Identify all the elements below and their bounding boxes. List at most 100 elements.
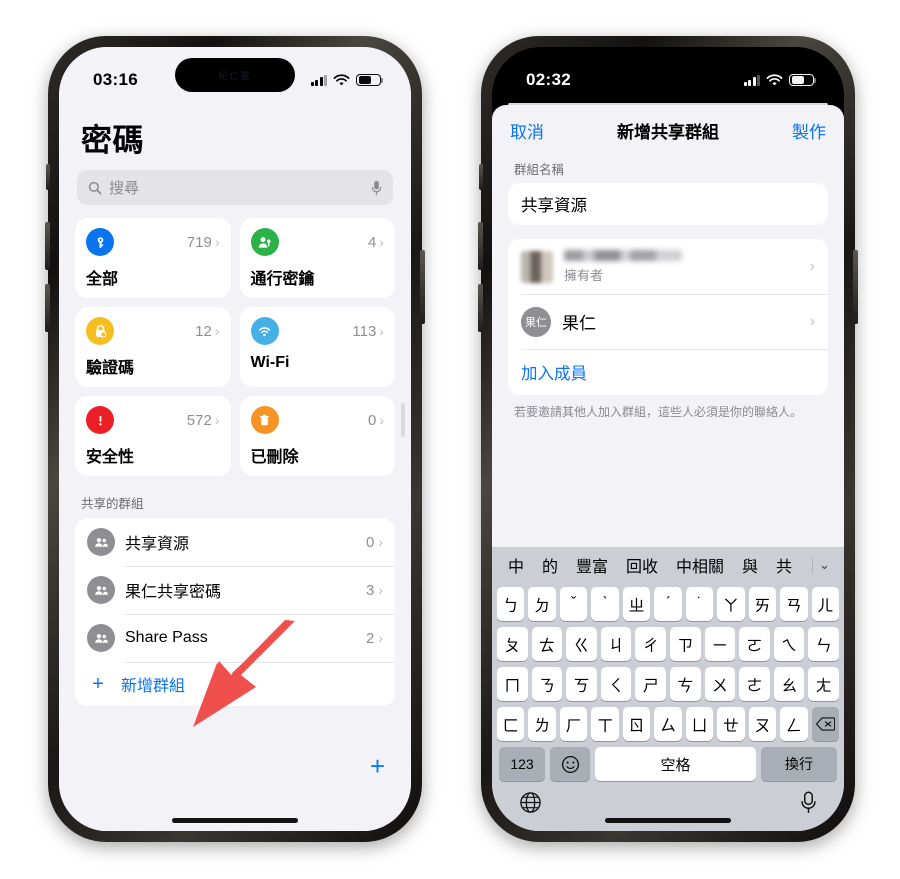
return-key[interactable]: 換行 xyxy=(761,747,837,781)
group-name-input[interactable]: 共享資源 xyxy=(508,183,828,225)
category-card-all[interactable]: 719 › 全部 xyxy=(75,218,231,298)
group-name-value: 共享資源 xyxy=(521,197,587,215)
scroll-indicator[interactable] xyxy=(401,403,405,437)
numbers-key[interactable]: 123 xyxy=(499,747,545,781)
key[interactable]: ㄜ xyxy=(739,667,770,701)
key[interactable]: ˊ xyxy=(654,587,682,621)
key[interactable]: ㄞ xyxy=(748,587,777,621)
key[interactable]: ㄣ xyxy=(808,627,839,661)
key[interactable]: ㄢ xyxy=(780,587,808,621)
key[interactable]: ㄗ xyxy=(670,627,701,661)
volume-up-button[interactable] xyxy=(478,222,483,270)
add-member-button[interactable]: 加入成員 xyxy=(508,349,828,395)
key[interactable]: ㄡ xyxy=(748,707,777,741)
chevron-right-icon: › xyxy=(214,412,220,428)
suggestion-4[interactable]: 中相關 xyxy=(674,553,726,577)
key[interactable]: ㄌ xyxy=(528,707,556,741)
key[interactable]: ㄇ xyxy=(497,667,528,701)
key[interactable]: ㄋ xyxy=(531,667,563,701)
key[interactable]: ㄧ xyxy=(704,627,736,661)
key[interactable]: ㄔ xyxy=(635,627,666,661)
silent-switch[interactable] xyxy=(479,164,483,190)
category-card-security[interactable]: 572 › 安全性 xyxy=(75,396,231,476)
key[interactable]: ㄝ xyxy=(717,707,745,741)
volume-up-button[interactable] xyxy=(45,222,50,270)
key[interactable]: ㄅ xyxy=(497,587,525,621)
chevron-right-icon: › xyxy=(379,234,384,250)
suggestion-1[interactable]: 的 xyxy=(540,553,560,577)
chevron-down-icon[interactable]: ⌄ xyxy=(812,557,832,573)
key[interactable]: ㄉ xyxy=(528,587,556,621)
microphone-icon[interactable] xyxy=(371,180,382,196)
key[interactable]: ㄓ xyxy=(622,587,651,621)
list-item[interactable]: 果仁共享密碼 3 › xyxy=(75,566,395,614)
key[interactable]: ㄕ xyxy=(635,667,666,701)
key[interactable]: ㄘ xyxy=(670,667,701,701)
key[interactable]: ㄤ xyxy=(808,667,839,701)
category-card-wifi[interactable]: 113 › Wi-Fi xyxy=(239,307,395,387)
space-key[interactable]: 空格 xyxy=(595,747,756,781)
key[interactable]: ㄏ xyxy=(559,707,588,741)
key[interactable]: ㄒ xyxy=(591,707,619,741)
backspace-icon[interactable] xyxy=(811,707,839,741)
category-card-codes[interactable]: 12 › 驗證碼 xyxy=(75,307,231,387)
key[interactable]: ㄈ xyxy=(497,707,525,741)
key[interactable]: ㄚ xyxy=(717,587,745,621)
power-button[interactable] xyxy=(420,250,425,324)
trash-icon xyxy=(250,406,279,434)
key[interactable]: ㄥ xyxy=(780,707,808,741)
category-label: 已刪除 xyxy=(250,449,299,466)
power-button[interactable] xyxy=(853,250,858,324)
key[interactable]: ㄎ xyxy=(566,667,597,701)
suggestion-3[interactable]: 回收 xyxy=(624,553,660,577)
key[interactable]: ㄖ xyxy=(622,707,651,741)
shared-groups-list: 共享資源 0 › 果仁共享密碼 3 › Share Pass 2 › + 新增群… xyxy=(75,518,395,706)
home-indicator[interactable] xyxy=(172,818,298,823)
emoji-icon[interactable] xyxy=(550,747,590,781)
silent-switch[interactable] xyxy=(46,164,50,190)
category-card-passkeys[interactable]: 4 › 通行密鑰 xyxy=(239,218,395,298)
suggestion-6[interactable]: 共 xyxy=(774,553,794,577)
key[interactable]: ㄠ xyxy=(773,667,805,701)
key[interactable]: ㄟ xyxy=(773,627,805,661)
volume-down-button[interactable] xyxy=(45,284,50,332)
suggestion-0[interactable]: 中 xyxy=(506,553,526,577)
key[interactable]: ㄐ xyxy=(600,627,632,661)
key[interactable]: ㄍ xyxy=(566,627,597,661)
globe-icon[interactable] xyxy=(519,791,542,819)
category-count: 4 xyxy=(367,233,377,251)
cancel-button[interactable]: 取消 xyxy=(510,118,544,143)
home-indicator[interactable] xyxy=(605,818,731,823)
microphone-icon[interactable] xyxy=(800,791,817,819)
key[interactable]: ˇ xyxy=(559,587,588,621)
key[interactable]: ㄩ xyxy=(685,707,714,741)
key[interactable]: ˋ xyxy=(591,587,619,621)
member-row-owner[interactable]: 擁有者 › xyxy=(508,239,828,294)
search-input[interactable]: 搜尋 xyxy=(77,170,393,205)
list-item[interactable]: Share Pass 2 › xyxy=(75,614,395,662)
category-label: 全部 xyxy=(86,271,119,288)
key-circle-icon xyxy=(86,228,114,256)
key[interactable]: ㄊ xyxy=(531,627,563,661)
add-group-button[interactable]: + 新增群組 xyxy=(75,662,395,706)
add-password-button[interactable]: + xyxy=(370,753,385,779)
key[interactable]: ㄦ xyxy=(811,587,839,621)
status-bar-right: 02:32 xyxy=(492,47,844,99)
suggestion-5[interactable]: 與 xyxy=(740,553,760,577)
suggestion-2[interactable]: 豐富 xyxy=(574,553,610,577)
key[interactable]: ㄑ xyxy=(600,667,632,701)
member-row[interactable]: 果仁 果仁 › xyxy=(508,294,828,349)
key[interactable]: ㄛ xyxy=(739,627,770,661)
key[interactable]: ㄙ xyxy=(654,707,682,741)
key[interactable]: ˙ xyxy=(685,587,714,621)
list-item[interactable]: 共享資源 0 › xyxy=(75,518,395,566)
key[interactable]: ㄨ xyxy=(704,667,736,701)
category-count: 12 xyxy=(195,322,212,340)
create-button[interactable]: 製作 xyxy=(792,118,826,143)
volume-down-button[interactable] xyxy=(478,284,483,332)
members-hint: 若要邀請其他人加入群組，這些人必須是你的聯絡人。 xyxy=(514,405,803,419)
people-icon xyxy=(87,528,115,556)
avatar xyxy=(521,250,553,283)
key[interactable]: ㄆ xyxy=(497,627,528,661)
category-card-deleted[interactable]: 0 › 已刪除 xyxy=(239,396,395,476)
